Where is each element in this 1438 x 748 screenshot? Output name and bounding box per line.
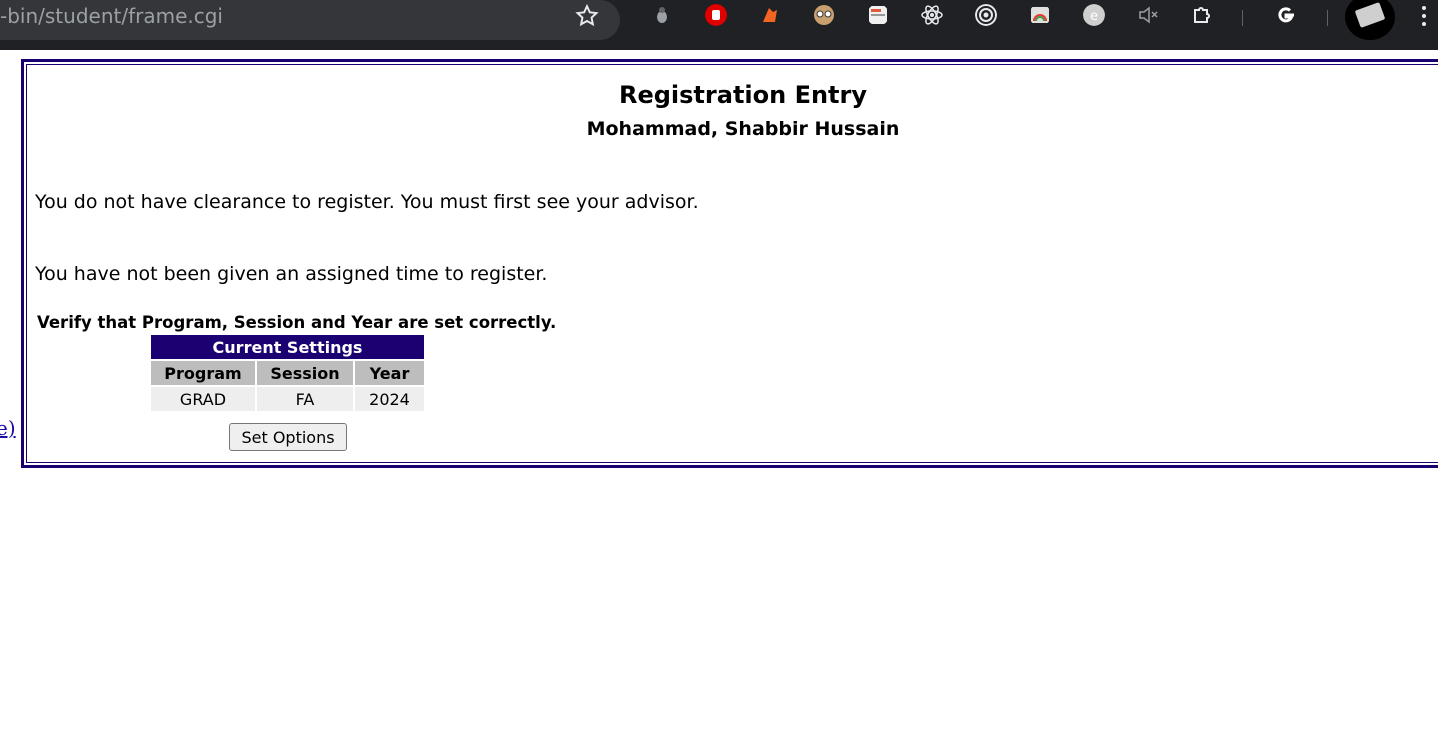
value-year: 2024: [353, 385, 424, 411]
circle-e-extension-icon[interactable]: e: [1083, 4, 1105, 26]
muted-speaker-icon[interactable]: [1137, 4, 1159, 26]
react-devtools-icon[interactable]: [921, 4, 943, 26]
bookmark-star-icon[interactable]: [574, 3, 600, 29]
puzzle-extensions-icon[interactable]: [1191, 4, 1213, 26]
url-text[interactable]: -bin/student/frame.cgi: [0, 4, 223, 28]
page-title: Registration Entry: [618, 81, 867, 109]
target-extension-icon[interactable]: [975, 4, 997, 26]
value-session: FA: [255, 385, 353, 411]
registration-frame: Registration Entry Mohammad, Shabbir Hus…: [21, 59, 1438, 468]
ladybug-extension-icon[interactable]: [651, 4, 673, 26]
verify-instruction: Verify that Program, Session and Year ar…: [37, 313, 557, 332]
adblock-hand-icon[interactable]: [705, 4, 727, 26]
student-name: Mohammad, Shabbir Hussain: [586, 118, 900, 140]
settings-caption: Current Settings: [151, 335, 424, 359]
browser-menu-icon[interactable]: [1420, 4, 1428, 28]
clearance-message: You do not have clearance to register. Y…: [35, 191, 699, 213]
orange-hand-extension-icon[interactable]: [759, 4, 781, 26]
current-settings-table: Current Settings Program Session Year GR…: [151, 335, 424, 411]
assigned-time-message: You have not been given an assigned time…: [35, 263, 548, 285]
browser-toolbar: -bin/student/frame.cgi e: [0, 0, 1438, 50]
goggles-extension-icon[interactable]: [813, 4, 835, 26]
header-program: Program: [151, 359, 255, 385]
toolbar-separator: [1242, 10, 1243, 26]
set-options-button[interactable]: Set Options: [229, 423, 347, 451]
left-frame-link[interactable]: e): [0, 416, 16, 440]
header-session: Session: [255, 359, 353, 385]
profile-avatar[interactable]: [1345, 0, 1395, 40]
address-bar[interactable]: -bin/student/frame.cgi: [0, 0, 620, 40]
toolbar-separator: [1327, 10, 1328, 26]
value-program: GRAD: [151, 385, 255, 411]
svg-text:e: e: [1090, 9, 1098, 24]
registration-frame-inner: Registration Entry Mohammad, Shabbir Hus…: [26, 64, 1438, 463]
header-year: Year: [353, 359, 424, 385]
rainbow-extension-icon[interactable]: [1029, 4, 1051, 26]
google-g-icon[interactable]: [1275, 4, 1297, 26]
table-row: GRAD FA 2024: [151, 385, 424, 411]
notes-extension-icon[interactable]: [867, 4, 889, 26]
